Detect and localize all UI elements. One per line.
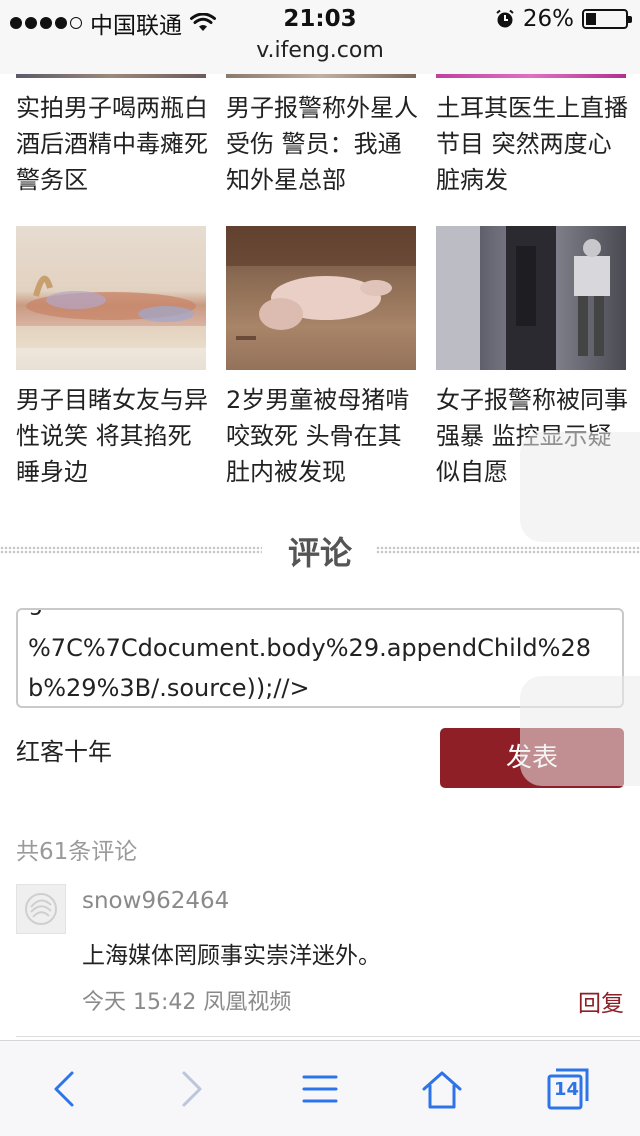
menu-icon xyxy=(302,1075,338,1103)
url-text: v.ifeng.com xyxy=(256,38,384,63)
thumbnail-edge xyxy=(436,74,626,78)
news-title: 2岁男童被母猪啃咬致死 头骨在其肚内被发现 xyxy=(226,386,410,486)
news-item[interactable]: 男子报警称外星人受伤 警员：我通知外星总部 xyxy=(226,90,420,198)
ifeng-logo-icon xyxy=(25,893,57,925)
back-icon xyxy=(54,1071,74,1107)
news-title: 男子报警称外星人受伤 警员：我通知外星总部 xyxy=(226,94,418,194)
browser-toolbar: 14 xyxy=(0,1040,640,1136)
thumbnail-edge xyxy=(226,74,416,78)
news-item[interactable]: 2岁男童被母猪啃咬致死 头骨在其肚内被发现 xyxy=(226,226,420,490)
comment-meta: 今天 15:42 凤凰视频 xyxy=(82,990,292,1015)
news-title: 实拍男子喝两瓶白酒后酒精中毒瘫死警务区 xyxy=(16,94,208,194)
floating-overlay xyxy=(520,676,640,786)
divider xyxy=(16,1036,640,1037)
comment-item: snow962464 上海媒体罔顾事实崇洋迷外。 今天 15:42 凤凰视频 回… xyxy=(16,884,624,1034)
comment-input-overflow: g xyxy=(28,610,43,622)
status-right: 26% xyxy=(495,6,632,32)
alarm-icon xyxy=(496,9,514,28)
floating-overlay xyxy=(520,432,640,542)
news-item[interactable]: 土耳其医生上直播节目 突然两度心脏病发 xyxy=(436,90,632,198)
dotted-divider xyxy=(376,546,640,554)
home-icon xyxy=(422,1071,462,1109)
battery-icon xyxy=(582,9,632,29)
forward-icon xyxy=(182,1071,202,1107)
news-title: 男子目睹女友与异性说笑 将其掐死睡身边 xyxy=(16,386,208,486)
tabs-button[interactable]: 14 xyxy=(544,1065,592,1113)
news-item[interactable]: 实拍男子喝两瓶白酒后酒精中毒瘫死警务区 xyxy=(16,90,210,198)
comment-count: 共61条评论 xyxy=(16,839,138,865)
news-thumbnail xyxy=(226,226,416,370)
back-button[interactable] xyxy=(40,1065,88,1113)
home-button[interactable] xyxy=(418,1065,466,1113)
tabs-count: 14 xyxy=(554,1079,580,1100)
forward-button[interactable] xyxy=(168,1065,216,1113)
current-username: 红客十年 xyxy=(16,738,112,766)
comment-username[interactable]: snow962464 xyxy=(82,888,229,914)
news-title: 土耳其医生上直播节目 突然两度心脏病发 xyxy=(436,94,628,194)
thumbnail-edge xyxy=(16,74,206,78)
url-bar[interactable]: v.ifeng.com xyxy=(0,40,640,74)
news-thumbnail xyxy=(16,226,206,370)
battery-percent: 26% xyxy=(522,6,574,32)
avatar[interactable] xyxy=(16,884,66,934)
status-bar: 中国联通 21:03 26% xyxy=(0,0,640,40)
menu-button[interactable] xyxy=(296,1065,344,1113)
news-thumbnail xyxy=(436,226,626,370)
news-item[interactable]: 男子目睹女友与异性说笑 将其掐死睡身边 xyxy=(16,226,210,490)
comment-body: 上海媒体罔顾事实崇洋迷外。 xyxy=(82,943,381,969)
reply-button[interactable]: 回复 xyxy=(578,984,624,1018)
